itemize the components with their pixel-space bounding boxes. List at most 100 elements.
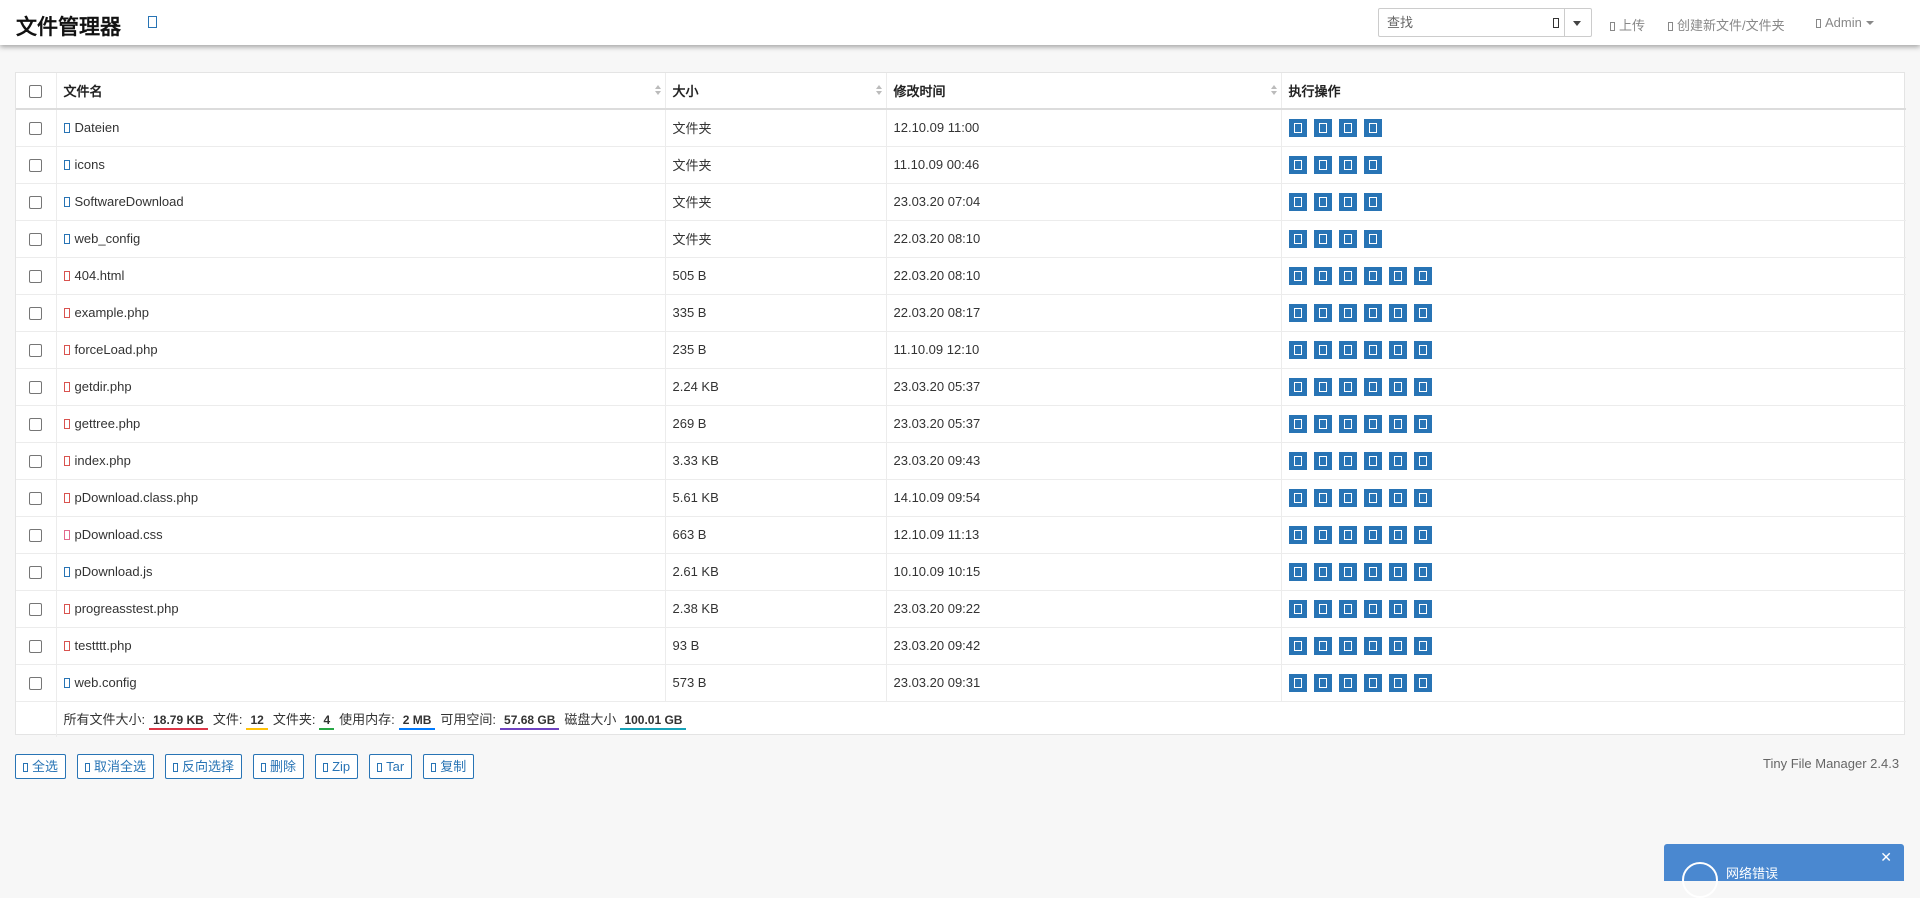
action-icon[interactable] bbox=[1288, 525, 1307, 544]
table-row[interactable]: pDownload.js 2.61 KB 10.10.09 10:15 bbox=[16, 553, 1906, 591]
action-icon[interactable] bbox=[1338, 525, 1357, 544]
action-icon[interactable] bbox=[1363, 192, 1382, 211]
file-name-link[interactable]: Dateien bbox=[75, 120, 120, 135]
row-checkbox[interactable] bbox=[29, 307, 43, 321]
select-all-button[interactable]: 全选 bbox=[15, 754, 67, 779]
row-checkbox[interactable] bbox=[29, 677, 43, 691]
row-checkbox[interactable] bbox=[29, 344, 43, 358]
file-name-link[interactable]: example.php bbox=[75, 305, 149, 320]
search-icon[interactable] bbox=[1553, 18, 1559, 28]
action-icon[interactable] bbox=[1288, 599, 1307, 618]
row-checkbox[interactable] bbox=[29, 640, 43, 654]
action-icon[interactable] bbox=[1413, 488, 1432, 507]
action-icon[interactable] bbox=[1288, 562, 1307, 581]
action-icon[interactable] bbox=[1388, 525, 1407, 544]
file-name-link[interactable]: progreasstest.php bbox=[75, 601, 179, 616]
version-text[interactable]: Tiny File Manager 2.4.3 bbox=[1763, 756, 1899, 771]
action-icon[interactable] bbox=[1413, 562, 1432, 581]
row-checkbox[interactable] bbox=[29, 455, 43, 469]
action-icon[interactable] bbox=[1338, 414, 1357, 433]
action-icon[interactable] bbox=[1363, 340, 1382, 359]
table-row[interactable]: index.php 3.33 KB 23.03.20 09:43 bbox=[16, 442, 1906, 480]
zip-button[interactable]: Zip bbox=[315, 754, 359, 779]
action-icon[interactable] bbox=[1363, 636, 1382, 655]
action-icon[interactable] bbox=[1413, 599, 1432, 618]
action-icon[interactable] bbox=[1313, 340, 1332, 359]
action-icon[interactable] bbox=[1388, 599, 1407, 618]
action-icon[interactable] bbox=[1313, 266, 1332, 285]
table-row[interactable]: Dateien 文件夹 12.10.09 11:00 bbox=[16, 109, 1906, 147]
action-icon[interactable] bbox=[1288, 488, 1307, 507]
file-name-link[interactable]: getdir.php bbox=[75, 379, 132, 394]
row-checkbox[interactable] bbox=[29, 529, 43, 543]
file-name-link[interactable]: SoftwareDownload bbox=[75, 194, 184, 209]
action-icon[interactable] bbox=[1388, 340, 1407, 359]
action-icon[interactable] bbox=[1288, 673, 1307, 692]
row-checkbox[interactable] bbox=[29, 492, 43, 506]
action-icon[interactable] bbox=[1338, 229, 1357, 248]
action-icon[interactable] bbox=[1388, 636, 1407, 655]
file-name-link[interactable]: pDownload.class.php bbox=[75, 490, 199, 505]
file-name-link[interactable]: icons bbox=[75, 157, 105, 172]
action-icon[interactable] bbox=[1313, 562, 1332, 581]
action-icon[interactable] bbox=[1363, 266, 1382, 285]
action-icon[interactable] bbox=[1388, 266, 1407, 285]
table-row[interactable]: getdir.php 2.24 KB 23.03.20 05:37 bbox=[16, 368, 1906, 406]
action-icon[interactable] bbox=[1338, 118, 1357, 137]
row-checkbox[interactable] bbox=[29, 566, 43, 580]
action-icon[interactable] bbox=[1313, 525, 1332, 544]
action-icon[interactable] bbox=[1338, 266, 1357, 285]
action-icon[interactable] bbox=[1413, 451, 1432, 470]
action-icon[interactable] bbox=[1388, 414, 1407, 433]
action-icon[interactable] bbox=[1288, 155, 1307, 174]
action-icon[interactable] bbox=[1338, 340, 1357, 359]
file-name-link[interactable]: pDownload.css bbox=[75, 527, 163, 542]
invert-selection-button[interactable]: 反向选择 bbox=[165, 754, 243, 779]
action-icon[interactable] bbox=[1363, 525, 1382, 544]
create-new-link[interactable]: 创建新文件/文件夹 bbox=[1668, 15, 1785, 34]
action-icon[interactable] bbox=[1413, 266, 1432, 285]
action-icon[interactable] bbox=[1413, 303, 1432, 322]
action-icon[interactable] bbox=[1338, 451, 1357, 470]
action-icon[interactable] bbox=[1388, 377, 1407, 396]
action-icon[interactable] bbox=[1388, 451, 1407, 470]
column-header-modified[interactable]: 修改时间 bbox=[886, 73, 1282, 110]
row-checkbox[interactable] bbox=[29, 270, 43, 284]
tar-button[interactable]: Tar bbox=[369, 754, 413, 779]
column-header-name[interactable]: 文件名 bbox=[56, 73, 666, 110]
action-icon[interactable] bbox=[1388, 303, 1407, 322]
table-row[interactable]: example.php 335 B 22.03.20 08:17 bbox=[16, 294, 1906, 332]
file-name-link[interactable]: testttt.php bbox=[75, 638, 132, 653]
upload-link[interactable]: 上传 bbox=[1610, 15, 1645, 34]
action-icon[interactable] bbox=[1338, 155, 1357, 174]
table-row[interactable]: icons 文件夹 11.10.09 00:46 bbox=[16, 146, 1906, 184]
action-icon[interactable] bbox=[1338, 377, 1357, 396]
action-icon[interactable] bbox=[1388, 673, 1407, 692]
row-checkbox[interactable] bbox=[29, 381, 43, 395]
unselect-all-button[interactable]: 取消全选 bbox=[77, 754, 155, 779]
action-icon[interactable] bbox=[1413, 340, 1432, 359]
row-checkbox[interactable] bbox=[29, 418, 43, 432]
action-icon[interactable] bbox=[1288, 414, 1307, 433]
file-name-link[interactable]: index.php bbox=[75, 453, 131, 468]
action-icon[interactable] bbox=[1388, 488, 1407, 507]
user-menu[interactable]: Admin bbox=[1816, 15, 1874, 30]
action-icon[interactable] bbox=[1338, 673, 1357, 692]
action-icon[interactable] bbox=[1288, 266, 1307, 285]
action-icon[interactable] bbox=[1338, 599, 1357, 618]
action-icon[interactable] bbox=[1313, 192, 1332, 211]
table-row[interactable]: web.config 573 B 23.03.20 09:31 bbox=[16, 664, 1906, 702]
table-row[interactable]: progreasstest.php 2.38 KB 23.03.20 09:22 bbox=[16, 590, 1906, 628]
action-icon[interactable] bbox=[1363, 377, 1382, 396]
action-icon[interactable] bbox=[1363, 118, 1382, 137]
action-icon[interactable] bbox=[1338, 562, 1357, 581]
select-all-checkbox[interactable] bbox=[29, 85, 43, 99]
action-icon[interactable] bbox=[1363, 673, 1382, 692]
file-name-link[interactable]: forceLoad.php bbox=[75, 342, 158, 357]
action-icon[interactable] bbox=[1313, 488, 1332, 507]
table-row[interactable]: web_config 文件夹 22.03.20 08:10 bbox=[16, 220, 1906, 258]
action-icon[interactable] bbox=[1338, 303, 1357, 322]
delete-button[interactable]: 删除 bbox=[253, 754, 305, 779]
action-icon[interactable] bbox=[1288, 340, 1307, 359]
action-icon[interactable] bbox=[1313, 155, 1332, 174]
